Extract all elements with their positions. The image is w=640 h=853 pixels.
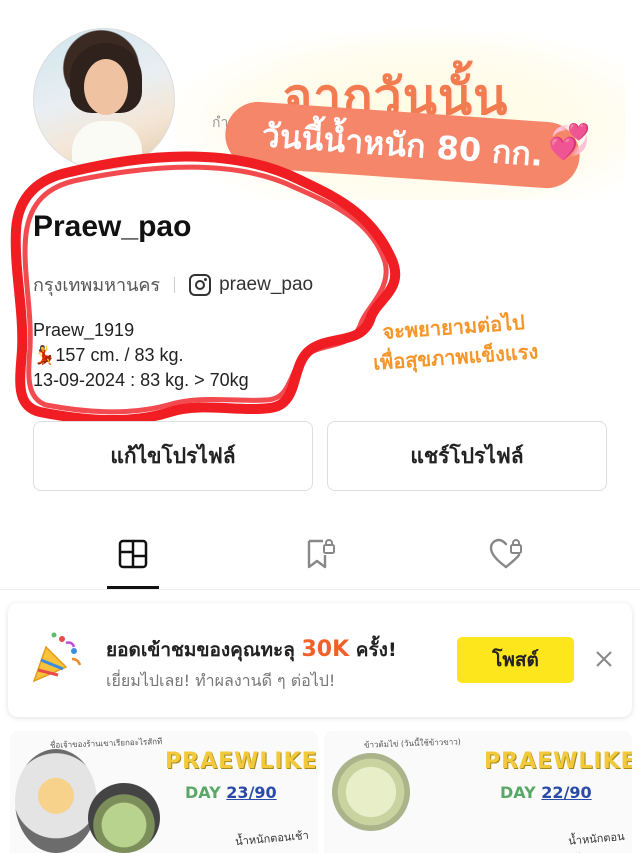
promo-subtitle: เยี่ยมไปเลย! ทำผลงานดี ๆ ต่อไป!	[106, 671, 336, 690]
thumbnail-photo	[88, 783, 160, 853]
profile-username: Praew_pao	[33, 210, 192, 243]
meta-divider	[174, 276, 176, 293]
heart-lock-icon	[489, 538, 522, 569]
instagram-handle[interactable]: praew_pao	[219, 274, 313, 296]
tab-liked[interactable]	[487, 534, 527, 574]
views-milestone-card: ยอดเข้าชมของคุณทะลุ 30K ครั้ง! เยี่ยมไปเ…	[8, 603, 632, 717]
edit-profile-button[interactable]: แก้ไขโปรไฟล์	[33, 421, 313, 491]
promo-title-prefix: ยอดเข้าชมของคุณทะลุ	[106, 639, 302, 661]
thumbnail-photo	[15, 749, 97, 853]
post-button[interactable]: โพสต์	[457, 637, 574, 683]
profile-avatar[interactable]	[33, 28, 175, 170]
bookmark-lock-icon	[307, 539, 335, 569]
thumbnail-caption: ชื่อเจ้าของร้านเขาเรียกอะไรสักที	[49, 737, 163, 750]
promo-title: ยอดเข้าชมของคุณทะลุ 30K ครั้ง!	[106, 635, 397, 665]
tab-saved[interactable]	[300, 534, 340, 574]
bio-line: Praew_1919	[33, 320, 135, 340]
grid-post-thumbnail[interactable]: ข้าวต้มไข่ (วันนี้ใช้ข้าวขาว) PRAEWLIKE …	[324, 731, 632, 853]
thumbnail-photo	[332, 753, 410, 831]
day-label: DAY	[185, 783, 221, 802]
handwritten-annotation: จะพยายามต่อไป เพื่อสุขภาพแข็งแรง	[370, 306, 539, 377]
avatar-shirt	[72, 121, 142, 169]
grid-post-thumbnail[interactable]: ชื่อเจ้าของร้านเขาเรียกอะไรสักที PRAEWLI…	[10, 731, 318, 853]
thumbnail-day: DAY 23/90	[185, 783, 277, 802]
bio-line: 💃157 cm. / 83 kg.	[33, 345, 184, 365]
day-number: 23/90	[226, 783, 277, 802]
thumbnail-caption: ข้าวต้มไข่ (วันนี้ใช้ข้าวขาว)	[363, 737, 462, 750]
active-tab-indicator	[107, 586, 159, 589]
thumbnail-note: น้ำหนักตอนเช้า	[234, 828, 310, 849]
share-profile-button[interactable]: แชร์โปรไฟล์	[327, 421, 607, 491]
thumbnail-note: น้ำหนักตอนเช้า	[567, 829, 626, 853]
instagram-icon[interactable]	[189, 273, 212, 296]
sticker-pill-text: วันนี้น้ำหนัก 80 กก.	[260, 115, 545, 174]
thumbnail-day: DAY 22/90	[500, 783, 592, 802]
profile-tabs	[0, 520, 640, 590]
thumbnail-brand: PRAEWLIKE	[484, 749, 632, 774]
profile-location: กรุงเทพมหานคร	[33, 275, 161, 296]
promo-title-highlight: 30K	[301, 637, 350, 662]
profile-meta: กรุงเทพมหานคร praew_pao	[33, 270, 313, 299]
day-number: 22/90	[541, 783, 592, 802]
promo-title-suffix: ครั้ง!	[349, 639, 397, 661]
thumbnail-brand: PRAEWLIKE	[165, 749, 318, 774]
bio-line: 13-09-2024 : 83 kg. > 70kg	[33, 370, 249, 390]
grid-icon	[118, 539, 148, 569]
profile-bio: Praew_1919 💃157 cm. / 83 kg. 13-09-2024 …	[33, 318, 249, 393]
party-popper-icon	[32, 632, 82, 683]
day-label: DAY	[500, 783, 536, 802]
close-icon[interactable]	[592, 647, 616, 671]
avatar-face	[84, 59, 128, 115]
tab-posts[interactable]	[113, 534, 153, 574]
hearts-icon: 💞	[548, 122, 591, 162]
